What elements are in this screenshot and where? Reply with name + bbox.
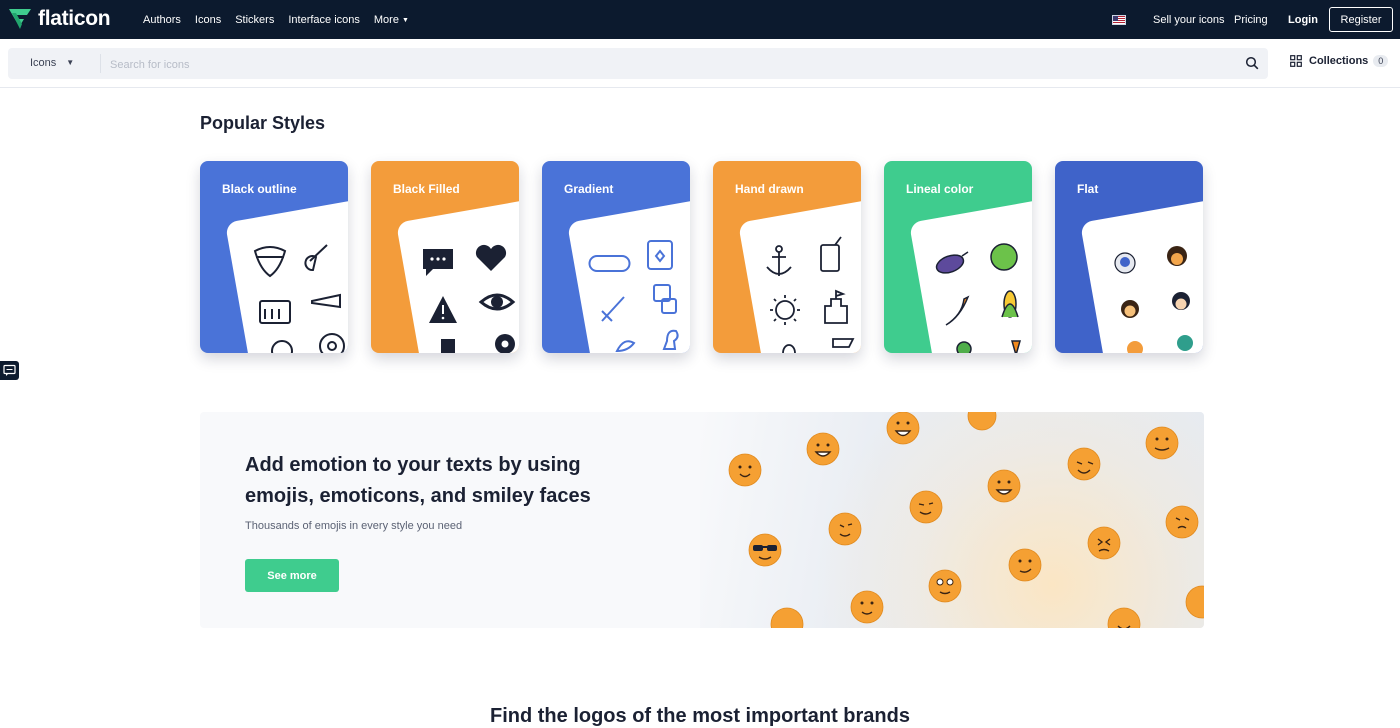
grin-emoji-icon (806, 432, 840, 466)
icon-samples (423, 244, 516, 353)
us-flag-icon[interactable] (1112, 15, 1126, 25)
sun-icon (775, 300, 795, 320)
brand-name: flaticon (38, 7, 111, 30)
brands-section-heading: Find the logos of the most important bra… (490, 705, 910, 727)
chat-bubble-icon (423, 249, 453, 276)
search-type-label: Icons (30, 57, 57, 69)
style-card-black-filled[interactable]: Black Filled (371, 161, 519, 353)
flaticon-logo-icon (9, 9, 31, 29)
feedback-icon (3, 364, 16, 376)
eye-icon (491, 296, 503, 308)
search-row: Icons ▼ Collections 0 (0, 39, 1400, 88)
nav-more[interactable]: More ▼ (374, 14, 409, 26)
banner-title: Add emotion to your texts by using emoji… (245, 454, 591, 507)
avatar-icon (1127, 341, 1143, 353)
sandcastle-icon (824, 289, 848, 324)
banner-subtitle: Thousands of emojis in every style you n… (245, 520, 463, 532)
search-type-dropdown[interactable]: Icons ▼ (30, 57, 74, 69)
trumpet-icon (311, 293, 341, 309)
search-input[interactable] (108, 54, 1212, 75)
eggplant-icon (935, 254, 965, 274)
nav-icons[interactable]: Icons (195, 14, 221, 26)
emoji-promo-banner: Add emotion to your texts by using emoji… (200, 412, 1204, 628)
top-navigation-bar: flaticon Authors Icons Stickers Interfac… (0, 0, 1400, 39)
style-card-hand-drawn[interactable]: Hand drawn (713, 161, 861, 353)
star-eyes-emoji-icon (1067, 447, 1101, 481)
icon-samples (588, 240, 679, 353)
main-nav: Authors Icons Stickers Interface icons M… (143, 0, 423, 39)
avatar-icon (1177, 335, 1193, 351)
flag-icon (832, 338, 855, 348)
leaf-icon (615, 340, 636, 353)
collections-count-badge: 0 (1373, 55, 1389, 67)
laugh-emoji-icon (987, 469, 1021, 503)
smile-emoji-icon (850, 590, 884, 624)
smile-emoji-icon (728, 453, 762, 487)
cabbage-icon (990, 243, 1018, 271)
nav-authors[interactable]: Authors (143, 14, 181, 26)
style-card-gradient[interactable]: Gradient (542, 161, 690, 353)
chess-knight-icon (662, 329, 679, 350)
collections-label: Collections (1309, 55, 1369, 67)
anchor-icon (775, 245, 783, 253)
grin-emoji-icon (1107, 607, 1141, 628)
laugh-emoji-icon (886, 412, 920, 445)
guitar-pick-icon (253, 246, 287, 278)
sell-your-icons-link[interactable]: Sell your icons (1153, 14, 1225, 26)
sword-icon (601, 296, 625, 322)
pricing-link[interactable]: Pricing (1234, 14, 1268, 26)
chili-icon (945, 295, 970, 326)
heart-icon (475, 244, 507, 271)
feedback-button[interactable] (0, 361, 19, 380)
search-icon[interactable] (1245, 56, 1259, 70)
lettuce-icon (956, 341, 972, 353)
chevron-down-icon: ▼ (401, 16, 409, 24)
rolling-eyes-emoji-icon (928, 569, 962, 603)
icon-samples (1114, 246, 1193, 353)
login-link[interactable]: Login (1288, 14, 1318, 26)
nav-more-label: More (373, 13, 399, 26)
popular-styles-title: Popular Styles (200, 113, 326, 133)
guitar-icon (304, 244, 328, 271)
wink-emoji-icon (909, 490, 943, 524)
grid-icon (1290, 55, 1302, 67)
smirk-emoji-icon (1008, 548, 1042, 582)
style-card-flat[interactable]: Flat (1055, 161, 1203, 353)
search-divider (100, 54, 101, 73)
icon-samples (253, 244, 345, 353)
dizzy-emoji-icon (1087, 526, 1121, 560)
style-card-black-outline[interactable]: Black outline (200, 161, 348, 353)
see-more-button[interactable]: See more (245, 559, 339, 592)
smile-emoji-icon (770, 607, 804, 628)
circle-icon (271, 340, 293, 353)
search-bar: Icons ▼ (8, 48, 1268, 79)
cards-icon (647, 240, 673, 270)
drink-icon (820, 244, 840, 272)
icon-samples (766, 236, 855, 353)
flaticon-logo[interactable]: flaticon (8, 7, 111, 31)
nav-stickers[interactable]: Stickers (235, 14, 274, 26)
wink-emoji-icon (828, 512, 862, 546)
grin-emoji-icon (967, 412, 997, 431)
gamepad-icon (588, 255, 631, 272)
nav-interface-icons[interactable]: Interface icons (288, 14, 360, 26)
sweat-emoji-icon (1165, 505, 1199, 539)
collections-button[interactable]: Collections 0 (1290, 55, 1389, 67)
smile-emoji-icon (1185, 585, 1204, 619)
chevron-down-icon: ▼ (66, 58, 75, 67)
smile-emoji-icon (1145, 426, 1179, 460)
register-button[interactable]: Register (1329, 7, 1393, 32)
icon-samples (935, 243, 1021, 353)
carrot-icon (1011, 340, 1021, 353)
style-card-lineal-color[interactable]: Lineal color (884, 161, 1032, 353)
